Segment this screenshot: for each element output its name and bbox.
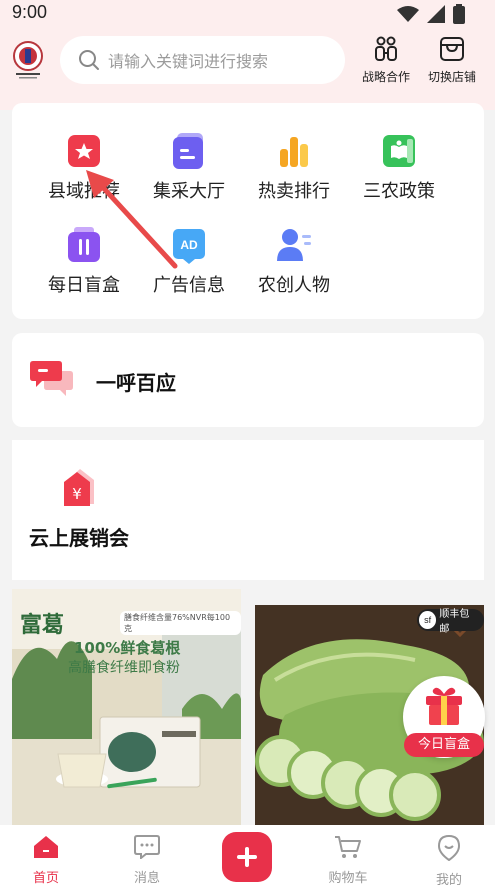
nav-cart-label: 购物车 [328,871,368,885]
switch-store-button[interactable]: 切换店铺 [422,36,482,85]
annotation-arrow [86,170,178,269]
plus-icon [237,847,257,867]
profile-icon [437,834,461,862]
search-placeholder: 请输入关键词进行搜索 [108,52,269,71]
bar-chart-icon [280,137,308,167]
person-icon [277,229,311,261]
status-icons [397,4,465,24]
logo-icon[interactable] [10,40,46,80]
nav-cart[interactable]: 购物车 [318,835,378,885]
message-icon [134,835,160,861]
add-button[interactable] [222,832,272,882]
daily-blind-box-label[interactable]: 今日盲盒 [404,733,484,757]
strategic-cooperation-label: 战略合作 [361,70,410,84]
shunfeng-badge: sf 顺丰包邮 [417,609,484,635]
chat-bubble-icon [30,361,73,396]
red-star-folder-icon [68,135,100,167]
green-book-icon [383,135,415,167]
purple-card-icon [173,133,203,169]
nav-mine[interactable]: 我的 [419,834,479,885]
battery-icon [453,4,465,24]
yihu-card[interactable]: 一呼百应 [12,333,484,427]
switch-store-label: 切换店铺 [427,70,476,84]
price-tag-icon: ¥ [64,469,94,506]
strategic-cooperation-button[interactable]: 战略合作 [356,36,416,85]
product-card-gegen[interactable]: 富葛 膳食纤维含量76%NVR每100克 100%鲜食葛根 高膳食纤维即食粉 [12,589,241,829]
gift-box-icon [426,687,462,725]
shunfeng-label: 顺丰包邮 [439,609,470,635]
handshake-icon [375,36,397,61]
search-input[interactable]: 请输入关键词进行搜索 [60,36,345,84]
bottom-nav: 首页 消息 购物车 我的 [0,825,495,885]
grid-label: 农创人物 [258,275,330,296]
grid-item-hot-ranking[interactable]: 热卖排行 [244,131,344,203]
product-headline-2: 高膳食纤维即食粉 [68,660,180,676]
signal-icon [427,5,445,23]
grid-item-agri-policy[interactable]: 三农政策 [349,131,449,203]
status-time: 9:00 [12,2,48,22]
grid-label: 三农政策 [363,181,435,202]
svg-text:¥: ¥ [72,485,82,503]
cloud-expo-title: 云上展销会 [29,526,129,550]
cloud-expo-card[interactable]: ¥ 云上展销会 [12,440,484,580]
grid-label: 热卖排行 [258,181,330,202]
sf-logo-icon: sf [419,611,437,629]
yihu-title: 一呼百应 [96,371,176,395]
cart-icon [335,836,361,858]
store-icon [440,37,464,61]
home-icon [34,836,58,858]
status-bar: 9:00 [0,0,495,28]
search-icon [79,50,99,70]
nav-home[interactable]: 首页 [16,835,76,885]
nav-mine-label: 我的 [435,873,462,885]
nav-messages[interactable]: 消息 [117,835,177,885]
nav-home-label: 首页 [32,871,59,885]
app-header: 请输入关键词进行搜索 战略合作 切换店铺 [0,30,495,90]
wifi-icon [397,6,419,22]
product-top-note: 膳食纤维含量76%NVR每100克 [120,611,241,635]
nav-messages-label: 消息 [133,871,160,885]
product-brand: 富葛 [20,612,65,638]
product-headline-1: 100%鲜食葛根 [74,639,181,657]
grid-item-agri-people[interactable]: 农创人物 [244,225,344,297]
